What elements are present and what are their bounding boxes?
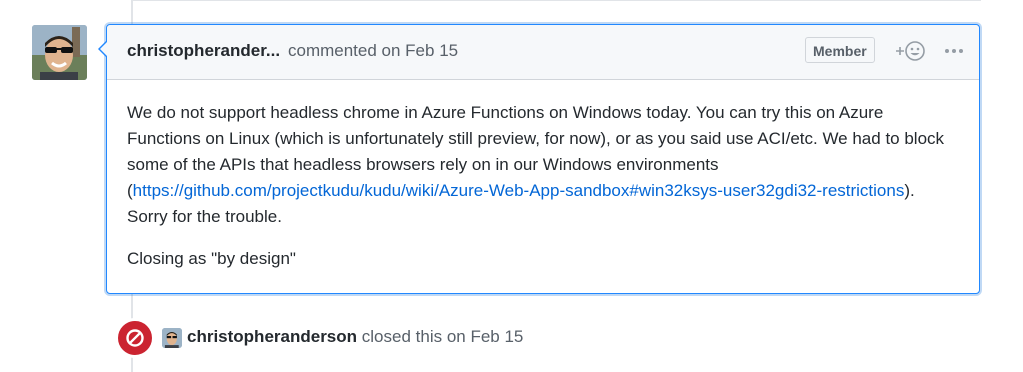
- closed-event-text: christopheranderson closed this on Feb 1…: [187, 327, 523, 347]
- comment-options-button[interactable]: [943, 38, 965, 64]
- sandbox-restrictions-link[interactable]: https://github.com/projectkudu/kudu/wiki…: [133, 181, 905, 200]
- smiley-plus-icon: [896, 41, 925, 61]
- comment-header: christopherander... commented on Feb 15 …: [107, 25, 979, 80]
- comment-box: christopherander... commented on Feb 15 …: [98, 24, 980, 294]
- circle-slash-icon: [126, 329, 144, 347]
- issue-timeline: christopherander... commented on Feb 15 …: [0, 0, 1023, 372]
- event-author-avatar[interactable]: [162, 328, 182, 348]
- comment-paragraph: We do not support headless chrome in Azu…: [127, 100, 959, 230]
- comment-author-link[interactable]: christopherander...: [127, 41, 280, 61]
- comment-timestamp[interactable]: commented on Feb 15: [288, 41, 458, 61]
- avatar[interactable]: [32, 25, 87, 80]
- event-author-link[interactable]: christopheranderson: [187, 327, 357, 346]
- kebab-horizontal-icon: [945, 49, 963, 53]
- event-action: closed this on Feb 15: [361, 327, 524, 346]
- add-reaction-button[interactable]: [893, 38, 931, 64]
- closed-event-badge: [115, 318, 155, 358]
- comment-paragraph-closing: Closing as "by design": [127, 249, 296, 268]
- comment-body: We do not support headless chrome in Azu…: [107, 80, 979, 272]
- member-badge: Member: [805, 37, 875, 63]
- timeline-divider: [131, 0, 981, 1]
